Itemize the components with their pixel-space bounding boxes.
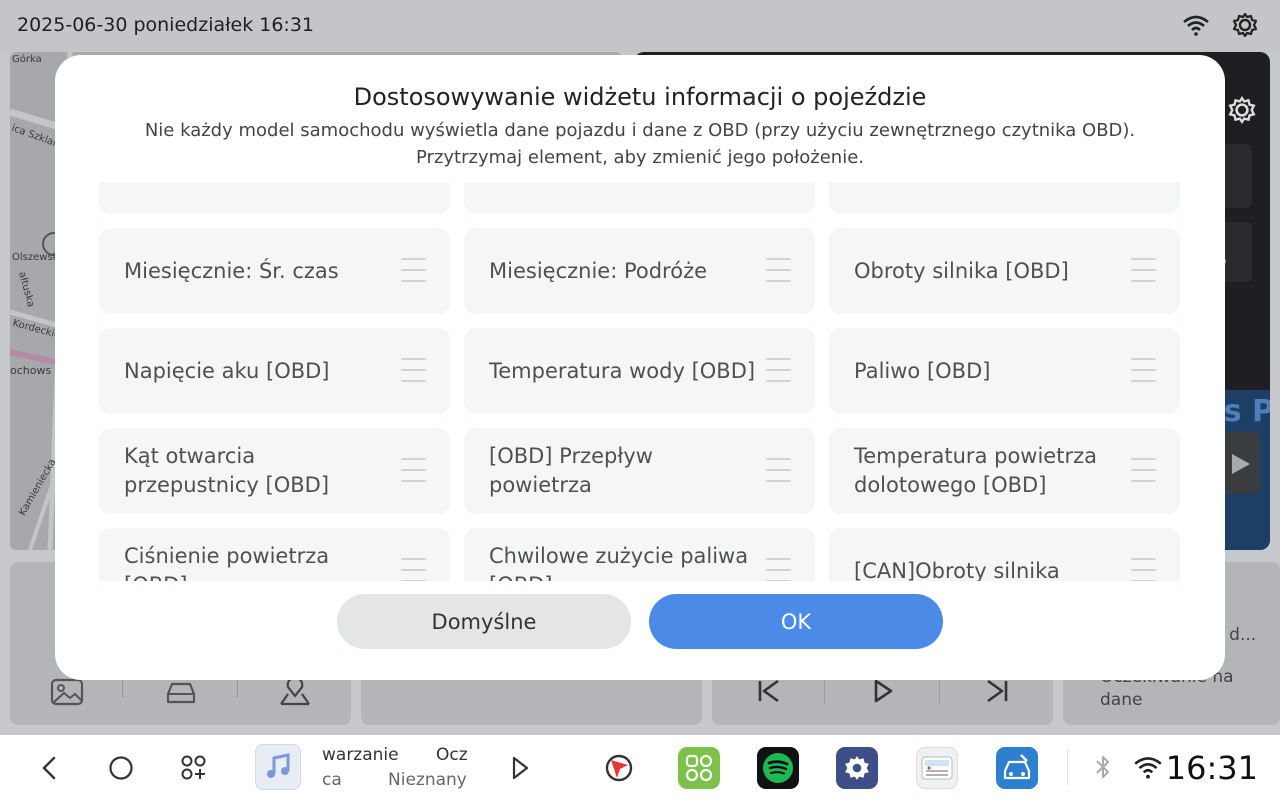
music-note-icon[interactable] <box>255 744 301 790</box>
drag-handle-icon[interactable] <box>766 182 791 183</box>
widget-tile[interactable] <box>829 182 1180 214</box>
widget-tile[interactable] <box>464 182 815 214</box>
media-play-button[interactable] <box>1220 432 1260 494</box>
drag-handle-icon[interactable] <box>1131 458 1156 483</box>
tile-label: Kąt otwarcia przepustnicy [OBD] <box>124 444 330 497</box>
tile-label: Obroty silnika [OBD] <box>854 258 1069 283</box>
tile-grid[interactable]: Miesięcznie: Śr. czas Miesięcznie: Podró… <box>99 182 1181 581</box>
vehicle-widget-customize-dialog: Dostosowywanie widżetu informacji o poje… <box>55 55 1225 680</box>
map-label: ochows <box>10 364 52 377</box>
widget-tile[interactable]: [CAN]Obroty silnika <box>829 528 1180 581</box>
drag-handle-icon[interactable] <box>401 358 426 383</box>
dialog-subtitle: Nie każdy model samochodu wyświetla dane… <box>55 117 1225 171</box>
widget-tile[interactable]: Miesięcznie: Śr. czas <box>99 228 450 314</box>
tile-label: Ciśnienie powietrza [OBD] <box>124 544 330 581</box>
settings-app-icon[interactable] <box>836 747 878 789</box>
apps-launcher-icon[interactable] <box>678 747 720 789</box>
media-title: warzanie <box>322 745 399 765</box>
widget-tile[interactable]: Temperatura wody [OBD] <box>464 328 815 414</box>
widget-tile[interactable]: Temperatura powietrza dolotowego [OBD] <box>829 428 1180 514</box>
drag-handle-icon[interactable] <box>1131 258 1156 283</box>
drag-handle-icon[interactable] <box>401 558 426 581</box>
widget-tile[interactable]: Chwilowe zużycie paliwa [OBD] <box>464 528 815 581</box>
widget-tile[interactable]: Kąt otwarcia przepustnicy [OBD] <box>99 428 450 514</box>
play-icon[interactable] <box>510 755 530 781</box>
tile-label: Chwilowe zużycie paliwa [OBD] <box>489 544 749 581</box>
next-track-icon[interactable] <box>984 678 1010 708</box>
app-grid-icon[interactable] <box>180 754 208 782</box>
widget-tile[interactable] <box>99 182 450 214</box>
drag-handle-icon[interactable] <box>401 458 426 483</box>
drag-handle-icon[interactable] <box>1131 358 1156 383</box>
drag-handle-icon[interactable] <box>766 258 791 283</box>
widget-tile[interactable]: [OBD] Przepływ powietrza <box>464 428 815 514</box>
drag-handle-icon[interactable] <box>401 182 426 183</box>
media-settings-icon[interactable] <box>1228 96 1256 128</box>
media-title: Ocz <box>436 745 468 765</box>
play-icon[interactable] <box>872 678 894 708</box>
tile-label <box>854 182 1124 214</box>
drag-handle-icon[interactable] <box>401 258 426 283</box>
media-subtitle: ca <box>322 770 342 790</box>
widget-tile[interactable]: Miesięcznie: Podróże <box>464 228 815 314</box>
drag-handle-icon[interactable] <box>766 458 791 483</box>
bluetooth-icon[interactable] <box>1094 753 1112 781</box>
home-icon[interactable] <box>108 755 134 781</box>
divider <box>1067 749 1068 785</box>
default-button[interactable]: Domyślne <box>337 594 631 649</box>
status-bar: 2025-06-30 poniedziałek 16:31 <box>0 0 1280 52</box>
drag-handle-icon[interactable] <box>1131 182 1156 183</box>
back-icon[interactable] <box>38 755 60 781</box>
previous-track-icon[interactable] <box>756 678 782 708</box>
radio-app-icon[interactable] <box>916 747 958 789</box>
widget-tile[interactable]: Obroty silnika [OBD] <box>829 228 1180 314</box>
wifi-icon <box>1182 14 1210 40</box>
widget-tile[interactable]: Napięcie aku [OBD] <box>99 328 450 414</box>
tile-label: [CAN]Obroty silnika <box>854 558 1060 582</box>
tile-label: [OBD] Przepływ powietrza <box>489 444 653 497</box>
tile-label: Miesięcznie: Śr. czas <box>124 258 339 283</box>
divider <box>939 680 940 704</box>
tile-label: Temperatura wody [OBD] <box>489 358 756 383</box>
wifi-icon[interactable] <box>1133 755 1163 779</box>
drag-handle-icon[interactable] <box>766 558 791 581</box>
dialog-subtitle-line: Przytrzymaj element, aby zmienić jego po… <box>416 147 864 168</box>
tile-label: Miesięcznie: Podróże <box>489 258 708 283</box>
car-service-app-icon[interactable] <box>996 747 1038 789</box>
taskbar: warzanie ca Ocz Nieznany 16:31 <box>0 735 1280 800</box>
tile-label <box>489 182 759 214</box>
dialog-title: Dostosowywanie widżetu informacji o poje… <box>353 83 927 111</box>
ok-button[interactable]: OK <box>649 594 943 649</box>
car-icon[interactable] <box>164 678 198 710</box>
tile-label <box>124 182 394 214</box>
spotify-icon[interactable] <box>757 747 799 789</box>
drag-handle-icon[interactable] <box>766 358 791 383</box>
navigation-app-icon[interactable] <box>598 747 640 789</box>
tile-label: Paliwo [OBD] <box>854 358 991 383</box>
status-datetime: 2025-06-30 poniedziałek 16:31 <box>17 14 314 36</box>
media-subtitle: Nieznany <box>388 770 467 790</box>
map-label: Górka <box>12 54 42 65</box>
gallery-icon[interactable] <box>50 678 84 710</box>
dialog-subtitle-line: Nie każdy model samochodu wyświetla dane… <box>144 120 1136 141</box>
settings-gear-icon[interactable] <box>1232 12 1258 42</box>
tile-label: Napięcie aku [OBD] <box>124 358 330 383</box>
widget-tile[interactable]: Paliwo [OBD] <box>829 328 1180 414</box>
drag-handle-icon[interactable] <box>1131 558 1156 581</box>
widget-tile[interactable]: Ciśnienie powietrza [OBD] <box>99 528 450 581</box>
divider <box>824 680 825 704</box>
taskbar-clock: 16:31 <box>1165 749 1258 787</box>
tile-label: Temperatura powietrza dolotowego [OBD] <box>854 444 1097 497</box>
